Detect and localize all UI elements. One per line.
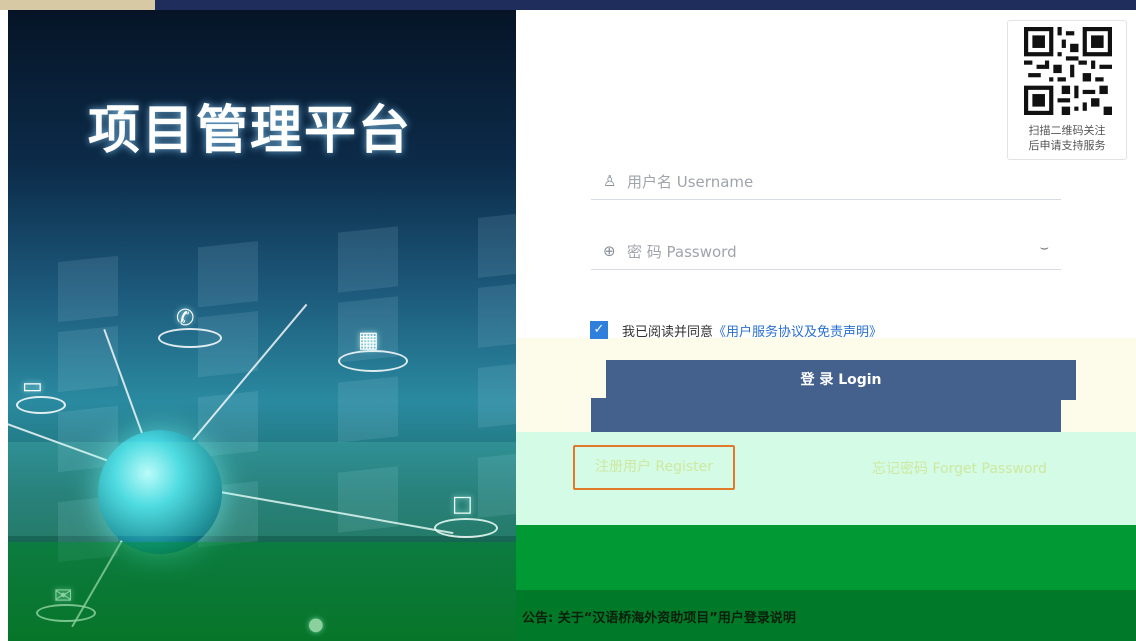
- announcement-text[interactable]: 公告: 关于“汉语桥海外资助项目”用户登录说明: [522, 607, 796, 626]
- node-ring: [158, 328, 222, 348]
- grid-icon: ▦: [358, 328, 379, 353]
- agreement-link[interactable]: 《用户服务协议及免责声明》: [713, 321, 882, 340]
- forgot-password-link[interactable]: 忘记密码 Forget Password: [872, 458, 1047, 478]
- qr-caption-line: 后申请支持服务: [1028, 139, 1106, 152]
- node-ring: [338, 350, 408, 372]
- username-field-wrapper: ♙: [591, 164, 1061, 200]
- phone-icon: ✆: [176, 306, 195, 331]
- app-title: 项目管理平台: [88, 101, 413, 161]
- password-field-wrapper: ⊕ ⌣: [591, 234, 1061, 270]
- lock-icon: ⊕: [603, 242, 616, 260]
- user-icon: ♙: [603, 172, 617, 190]
- eye-closed-icon[interactable]: ⌣: [1040, 240, 1049, 256]
- qr-caption-line: 扫描二维码关注: [1028, 124, 1106, 137]
- agreement-text: 我已阅读并同意: [622, 324, 714, 340]
- register-link[interactable]: 注册用户 Register: [573, 445, 735, 490]
- top-strip: [0, 0, 1136, 10]
- qr-caption: 扫描二维码关注 后申请支持服务: [1008, 123, 1126, 153]
- qr-code-icon: [1024, 27, 1112, 115]
- glitch-band: [8, 542, 516, 641]
- glitch-band: [8, 442, 516, 536]
- agreement-row: ✓ 我已阅读并同意 《用户服务协议及免责声明》: [590, 320, 882, 340]
- login-button-glitch: [591, 398, 1061, 432]
- check-icon[interactable]: ✓: [590, 321, 608, 339]
- username-input[interactable]: [627, 168, 1027, 196]
- document-icon: ▭: [22, 374, 43, 399]
- login-button[interactable]: 登 录 Login: [606, 360, 1076, 400]
- password-input[interactable]: [627, 238, 1027, 266]
- top-strip-accent: [0, 0, 155, 10]
- qr-code-card: 扫描二维码关注 后申请支持服务: [1007, 20, 1127, 160]
- hero-banner: 项目管理平台 ✆ ▦ ▭ □ ✉ ●: [8, 10, 516, 641]
